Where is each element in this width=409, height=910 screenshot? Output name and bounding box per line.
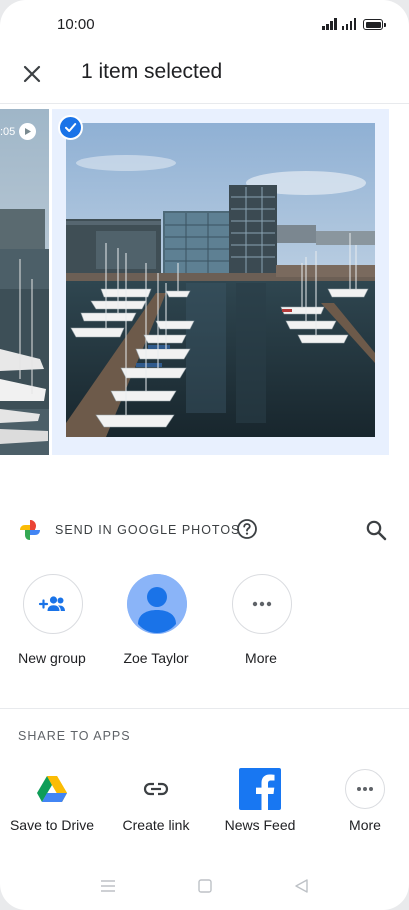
status-time: 10:00 [57, 16, 95, 33]
contact-name: New group [18, 650, 86, 666]
app-icon-wrap [31, 768, 73, 810]
app-label: More [349, 817, 381, 833]
search-icon[interactable] [364, 518, 388, 542]
help-icon[interactable] [236, 518, 258, 540]
battery-icon [363, 19, 386, 30]
more-apps-circle [345, 769, 385, 809]
system-nav-bar [0, 866, 409, 906]
more-horizontal-icon [252, 601, 272, 607]
signal-icon-2 [341, 18, 356, 30]
close-icon [23, 65, 41, 83]
app-icon-wrap [239, 768, 281, 810]
link-icon [143, 782, 169, 796]
divider [0, 708, 409, 709]
photo-strip[interactable]: :05 [0, 104, 409, 455]
person-avatar-icon [127, 574, 187, 634]
send-section-label: SEND IN GOOGLE PHOTOS [55, 523, 241, 537]
more-horizontal-icon [357, 787, 373, 791]
avatar [127, 574, 187, 634]
more-contacts-button[interactable]: More [209, 574, 313, 674]
group-add-icon [38, 596, 65, 611]
app-bar: 1 item selected [0, 50, 409, 100]
share-to-apps-label: SHARE TO APPS [18, 729, 131, 743]
new-group-circle [23, 574, 83, 634]
more-apps-button[interactable]: More [313, 766, 409, 846]
save-to-drive-button[interactable]: Save to Drive [0, 766, 104, 846]
selected-photo[interactable] [66, 123, 375, 437]
video-duration: :05 [0, 123, 37, 140]
menu-icon[interactable] [97, 876, 119, 896]
contacts-row: New group Zoe Taylor More [0, 574, 409, 674]
app-icon-wrap [344, 768, 386, 810]
new-group-button[interactable]: New group [0, 574, 104, 674]
signal-icon [322, 18, 337, 30]
app-label: News Feed [224, 817, 296, 833]
app-icon-wrap [135, 768, 177, 810]
contact-name: Zoe Taylor [123, 650, 189, 666]
phone-screen: 10:00 1 item selected:05 SEND IN GOOGLE… [0, 0, 409, 910]
close-button[interactable] [16, 58, 48, 90]
page-title: 1 item selected [81, 60, 223, 83]
app-label: Create link [122, 817, 190, 833]
news-feed-button[interactable]: News Feed [208, 766, 312, 846]
send-in-google-photos-header: SEND IN GOOGLE PHOTOS [0, 510, 409, 550]
app-label: Save to Drive [9, 817, 95, 833]
status-bar: 10:00 [0, 0, 409, 50]
contact-zoe-taylor[interactable]: Zoe Taylor [104, 574, 208, 674]
facebook-icon [239, 768, 281, 810]
selected-check-icon[interactable] [58, 115, 83, 140]
status-icons [322, 18, 386, 30]
home-icon[interactable] [194, 876, 216, 896]
video-duration-text: :05 [0, 125, 16, 138]
google-photos-icon [20, 520, 40, 540]
play-icon [19, 123, 37, 140]
contact-name: More [245, 650, 277, 666]
previous-video-thumbnail[interactable]: :05 [0, 109, 49, 455]
create-link-button[interactable]: Create link [104, 766, 208, 846]
more-contacts-circle [232, 574, 292, 634]
share-apps-row: Save to Drive Create link News Feed More [0, 766, 409, 846]
back-icon[interactable] [291, 876, 313, 896]
google-drive-icon [37, 775, 67, 802]
